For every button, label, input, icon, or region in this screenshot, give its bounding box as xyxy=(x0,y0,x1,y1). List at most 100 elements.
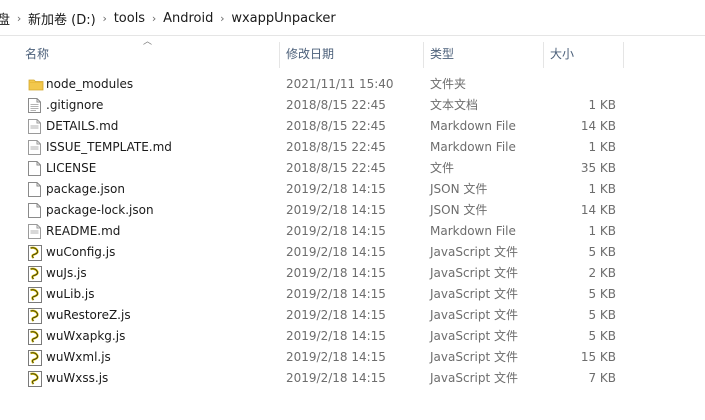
breadcrumb-item[interactable]: Android xyxy=(163,11,213,26)
file-size: 5 KB xyxy=(588,245,616,259)
file-date: 2019/2/18 14:15 xyxy=(286,224,386,238)
file-size: 14 KB xyxy=(580,119,616,133)
file-size: 5 KB xyxy=(588,329,616,343)
javascript-file-icon xyxy=(28,371,42,387)
file-name[interactable]: wuRestoreZ.js xyxy=(46,305,131,326)
file-date: 2021/11/11 15:40 xyxy=(286,77,394,91)
file-name[interactable]: wuConfig.js xyxy=(46,242,115,263)
javascript-file-icon xyxy=(28,350,42,366)
file-date: 2019/2/18 14:15 xyxy=(286,350,386,364)
file-row[interactable]: README.md 2019/2/18 14:15 Markdown File 1 K… xyxy=(0,221,705,242)
file-type: JavaScript 文件 xyxy=(430,245,518,259)
file-date: 2019/2/18 14:15 xyxy=(286,182,386,196)
file-row[interactable]: wuWxapkg.js 2019/2/18 14:15 JavaScript 文件 5… xyxy=(0,326,705,347)
file-explorer-window: 盘 › 新加卷 (D:) › tools › Android › wxappUnpacker 名… xyxy=(0,0,705,420)
file-date: 2019/2/18 14:15 xyxy=(286,203,386,217)
file-name[interactable]: LICENSE xyxy=(46,158,96,179)
file-size: 1 KB xyxy=(588,140,616,154)
file-type: Markdown File xyxy=(430,224,516,238)
file-type: JavaScript 文件 xyxy=(430,371,518,385)
file-name[interactable]: package.json xyxy=(46,179,125,200)
file-row[interactable]: wuWxss.js 2019/2/18 14:15 JavaScript 文件 7 K… xyxy=(0,368,705,389)
javascript-file-icon xyxy=(28,266,42,282)
file-row[interactable]: wuLib.js 2019/2/18 14:15 JavaScript 文件 5 KB xyxy=(0,284,705,305)
blank-file-icon xyxy=(28,203,41,218)
file-row[interactable]: package-lock.json 2019/2/18 14:15 JSON 文件 1… xyxy=(0,200,705,221)
file-type: JavaScript 文件 xyxy=(430,329,518,343)
file-type: JSON 文件 xyxy=(430,203,488,217)
file-name[interactable]: .gitignore xyxy=(46,95,103,116)
file-date: 2018/8/15 22:45 xyxy=(286,98,386,112)
breadcrumb-separator-icon[interactable]: › xyxy=(10,12,28,25)
file-type: JavaScript 文件 xyxy=(430,287,518,301)
sort-ascending-icon: ︿ xyxy=(143,37,153,47)
breadcrumb-separator-icon[interactable]: › xyxy=(145,12,163,25)
file-name[interactable]: ISSUE_TEMPLATE.md xyxy=(46,137,172,158)
javascript-file-icon xyxy=(28,287,42,303)
folder-icon xyxy=(28,77,44,92)
breadcrumb-item[interactable]: 盘 xyxy=(0,9,10,28)
file-size: 14 KB xyxy=(580,203,616,217)
column-header: 名称 修改日期 类型 大小 xyxy=(0,36,705,70)
file-size: 15 KB xyxy=(580,350,616,364)
breadcrumb: 盘 › 新加卷 (D:) › tools › Android › wxappUnpacker xyxy=(0,0,336,36)
file-date: 2018/8/15 22:45 xyxy=(286,161,386,175)
address-bar[interactable]: 盘 › 新加卷 (D:) › tools › Android › wxappUnpacker xyxy=(0,0,705,36)
file-date: 2018/8/15 22:45 xyxy=(286,140,386,154)
file-date: 2019/2/18 14:15 xyxy=(286,287,386,301)
file-row[interactable]: wuJs.js 2019/2/18 14:15 JavaScript 文件 2 KB xyxy=(0,263,705,284)
javascript-file-icon xyxy=(28,308,42,324)
file-row[interactable]: LICENSE 2018/8/15 22:45 文件 35 KB xyxy=(0,158,705,179)
file-row[interactable]: wuRestoreZ.js 2019/2/18 14:15 JavaScript 文… xyxy=(0,305,705,326)
file-type: JavaScript 文件 xyxy=(430,308,518,322)
column-header-size[interactable]: 大小 xyxy=(544,40,623,68)
file-row[interactable]: DETAILS.md 2018/8/15 22:45 Markdown File 14… xyxy=(0,116,705,137)
file-size: 1 KB xyxy=(588,224,616,238)
file-type: JavaScript 文件 xyxy=(430,266,518,280)
file-name[interactable]: wuWxss.js xyxy=(46,368,108,389)
file-size: 5 KB xyxy=(588,308,616,322)
file-type: JavaScript 文件 xyxy=(430,350,518,364)
file-name[interactable]: package-lock.json xyxy=(46,200,154,221)
file-row[interactable]: .gitignore 2018/8/15 22:45 文本文档 1 KB xyxy=(0,95,705,116)
breadcrumb-separator-icon[interactable]: › xyxy=(213,12,231,25)
file-name[interactable]: wuWxapkg.js xyxy=(46,326,125,347)
file-type: 文件夹 xyxy=(430,77,467,91)
file-list: node_modules 2021/11/11 15:40 文件夹 .gitignor… xyxy=(0,74,705,389)
file-row[interactable]: node_modules 2021/11/11 15:40 文件夹 xyxy=(0,74,705,95)
column-header-type[interactable]: 类型 xyxy=(424,40,543,68)
file-size: 1 KB xyxy=(588,182,616,196)
markdown-file-icon xyxy=(28,119,41,134)
blank-file-icon xyxy=(28,161,41,176)
text-file-icon xyxy=(28,98,41,113)
file-name[interactable]: README.md xyxy=(46,221,120,242)
file-type: Markdown File xyxy=(430,140,516,154)
javascript-file-icon xyxy=(28,329,42,345)
file-size: 5 KB xyxy=(588,287,616,301)
file-row[interactable]: wuWxml.js 2019/2/18 14:15 JavaScript 文件 15 … xyxy=(0,347,705,368)
file-name[interactable]: DETAILS.md xyxy=(46,116,118,137)
file-row[interactable]: package.json 2019/2/18 14:15 JSON 文件 1 KB xyxy=(0,179,705,200)
breadcrumb-item[interactable]: 新加卷 (D:) xyxy=(28,9,96,28)
file-row[interactable]: ISSUE_TEMPLATE.md 2018/8/15 22:45 Markdown… xyxy=(0,137,705,158)
column-header-date[interactable]: 修改日期 xyxy=(280,40,423,68)
file-name[interactable]: node_modules xyxy=(46,74,133,95)
file-date: 2019/2/18 14:15 xyxy=(286,371,386,385)
javascript-file-icon xyxy=(28,245,42,261)
file-type: JSON 文件 xyxy=(430,182,488,196)
file-date: 2019/2/18 14:15 xyxy=(286,308,386,322)
breadcrumb-separator-icon[interactable]: › xyxy=(96,12,114,25)
file-type: 文本文档 xyxy=(430,98,479,112)
file-name[interactable]: wuLib.js xyxy=(46,284,94,305)
column-divider[interactable] xyxy=(623,42,624,68)
breadcrumb-item[interactable]: wxappUnpacker xyxy=(231,11,335,26)
file-size: 2 KB xyxy=(588,266,616,280)
file-size: 7 KB xyxy=(588,371,616,385)
file-date: 2019/2/18 14:15 xyxy=(286,245,386,259)
file-name[interactable]: wuJs.js xyxy=(46,263,87,284)
file-date: 2018/8/15 22:45 xyxy=(286,119,386,133)
file-size: 35 KB xyxy=(580,161,616,175)
breadcrumb-item[interactable]: tools xyxy=(114,11,145,26)
file-row[interactable]: wuConfig.js 2019/2/18 14:15 JavaScript 文件 5… xyxy=(0,242,705,263)
file-name[interactable]: wuWxml.js xyxy=(46,347,111,368)
